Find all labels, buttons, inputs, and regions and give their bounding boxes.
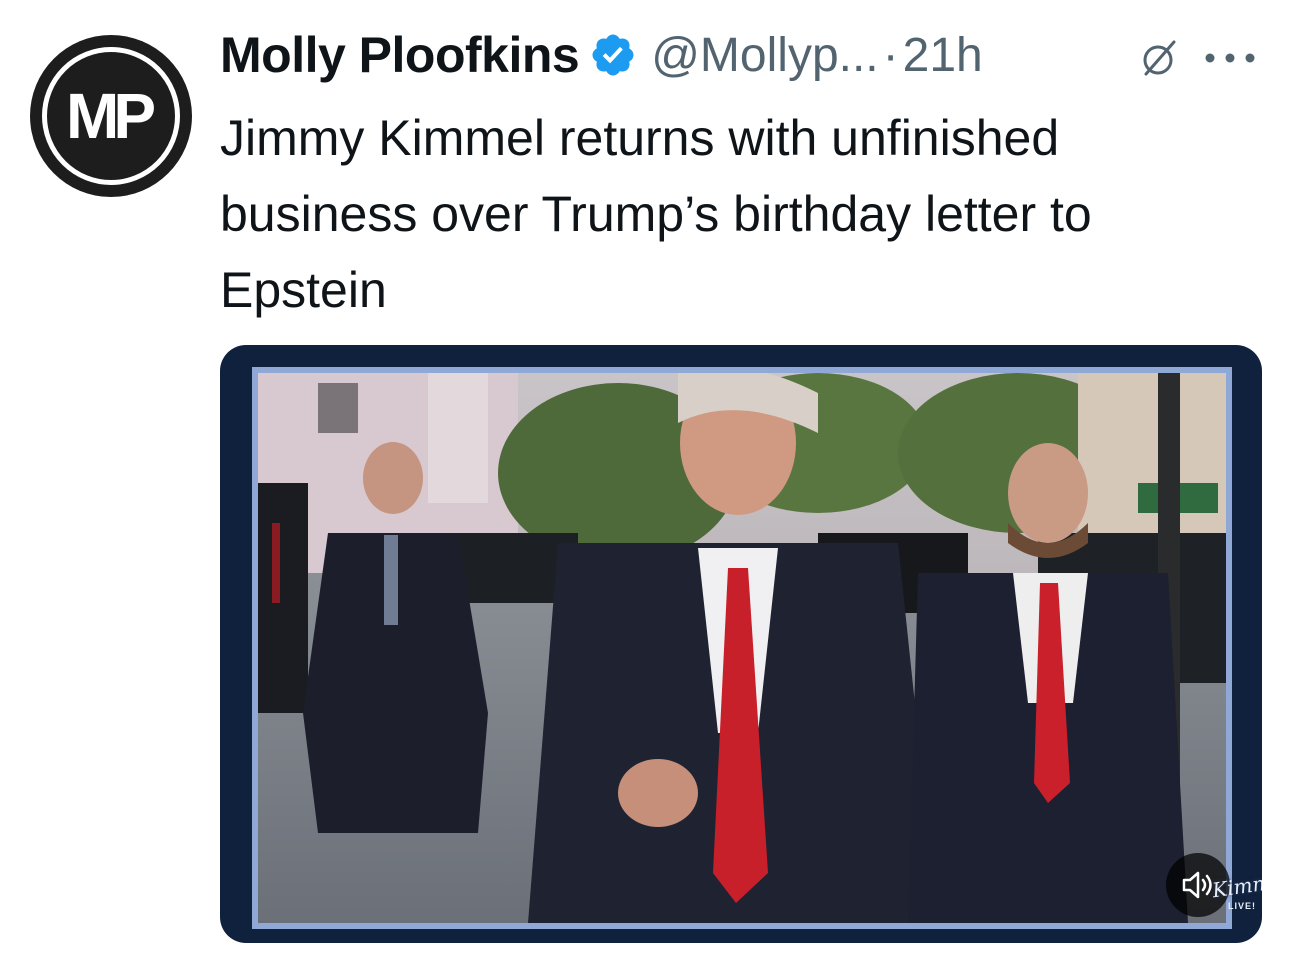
speaker-volume-icon [1182, 871, 1212, 899]
separator-dot: · [882, 28, 899, 82]
tweet-header: Molly Ploofkins @Mollyp... · 21h [220, 24, 983, 86]
author-handle[interactable]: @Mollyp... [651, 28, 878, 83]
video-frame[interactable] [252, 367, 1232, 929]
tweet-text: Jimmy Kimmel returns with unfinished bus… [220, 110, 1092, 318]
avatar-ring: MP [42, 47, 180, 185]
show-watermark-sub: LIVE! [1228, 901, 1257, 911]
more-options-icon[interactable] [1198, 46, 1262, 70]
tweet-timestamp[interactable]: 21h [903, 28, 983, 83]
author-name[interactable]: Molly Ploofkins [220, 26, 580, 84]
video-still [258, 373, 1226, 923]
avatar[interactable]: MP [30, 35, 192, 197]
tweet-media[interactable]: Kimmel LIVE! [220, 345, 1262, 943]
verified-badge-icon[interactable] [589, 31, 637, 79]
avatar-initials: MP [66, 80, 156, 152]
grok-icon[interactable] [1138, 36, 1182, 80]
